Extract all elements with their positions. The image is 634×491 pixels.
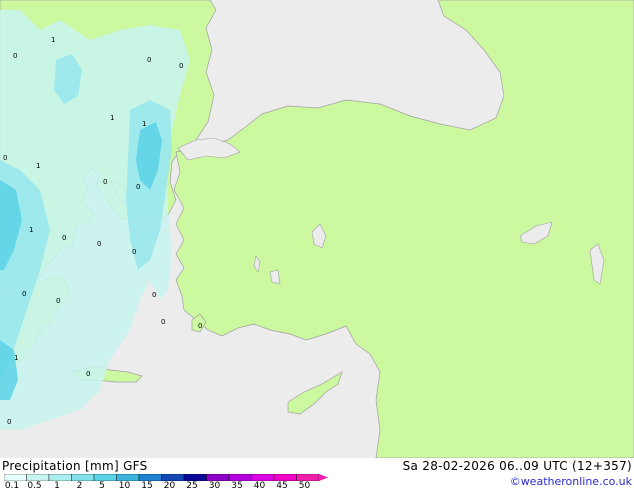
colorbar-segment [4,474,27,481]
colorbar-segment [71,474,95,481]
precip-label: 0 [62,234,66,242]
precip-label: 0 [86,370,90,378]
precip-label: 1 [29,226,33,234]
precip-label: 0 [152,291,156,299]
precip-label: 1 [51,36,55,44]
colorbar-segment [161,474,185,481]
precip-label: 0 [22,290,26,298]
precip-label: 1 [142,120,146,128]
precip-label: 0 [179,62,183,70]
colorbar-segment [116,474,140,481]
precip-label: 0 [7,418,11,426]
precip-label: 1 [14,354,18,362]
colorbar-segment [206,474,230,481]
precip-label: 0 [97,240,101,248]
colorbar-segment [273,474,297,481]
precip-label: 0 [3,154,7,162]
map-canvas: 1 1 1 1 1 1 0 0 0 0 0 0 0 0 0 0 0 0 0 0 … [0,0,634,458]
precip-label: 0 [161,318,165,326]
precip-label: 0 [56,297,60,305]
colorbar-segment [228,474,252,481]
site-credit-link[interactable]: ©weatheronline.co.uk [510,475,632,488]
colorbar-segment [296,474,320,481]
precip-label: 1 [110,114,114,122]
validity-time: Sa 28-02-2026 06..09 UTC (12+357) [402,459,632,473]
colorbar-segment [251,474,275,481]
precipitation-map: 1 1 1 1 1 1 0 0 0 0 0 0 0 0 0 0 0 0 0 0 … [0,0,634,458]
colorbar-segment [93,474,117,481]
precip-label: 0 [147,56,151,64]
precip-label: 1 [36,162,40,170]
precip-label: 0 [136,183,140,191]
precip-label: 0 [103,178,107,186]
map-footer: Precipitation [mm] GFS Sa 28-02-2026 06.… [0,458,634,491]
precip-label: 0 [198,322,202,330]
precipitation-colorbar [4,474,328,481]
colorbar-arrow [319,474,328,481]
colorbar-segment [48,474,72,481]
colorbar-segment [183,474,207,481]
precip-label: 0 [13,52,17,60]
colorbar-segment [138,474,162,481]
precip-label: 0 [132,248,136,256]
map-title: Precipitation [mm] GFS [2,459,148,473]
colorbar-segment [26,474,50,481]
